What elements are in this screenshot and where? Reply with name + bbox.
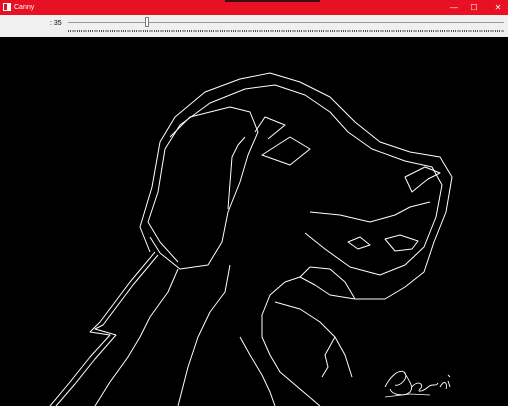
maximize-icon: ☐ (470, 3, 478, 12)
maximize-button[interactable]: ☐ (462, 0, 486, 15)
trackbar-track[interactable] (68, 22, 504, 23)
trackbar-ticks (68, 30, 504, 32)
title-bar-highlight (225, 0, 320, 2)
edge-head-outline (139, 72, 453, 406)
title-bar[interactable]: Canny — ☐ ✕ (0, 0, 508, 15)
edge-chest-3 (321, 336, 336, 378)
close-icon: ✕ (494, 3, 502, 12)
edge-signature-underline (384, 393, 431, 398)
window-title: Canny (14, 4, 35, 11)
edge-chest-1 (274, 301, 353, 378)
edge-head-inner (147, 84, 443, 276)
edge-image (49, 72, 453, 406)
trackbar-panel: : 35 (0, 15, 508, 37)
edge-teeth-1 (347, 236, 371, 250)
trackbar-thumb[interactable] (145, 17, 149, 27)
edge-eye (261, 136, 311, 166)
edge-signature (384, 370, 451, 396)
edge-mouth (309, 201, 431, 223)
minimize-icon: — (450, 3, 458, 12)
edge-teeth-2 (384, 234, 419, 252)
trackbar-label: : 35 (50, 20, 62, 27)
edge-throat (299, 266, 356, 300)
edge-chest-2 (239, 336, 276, 406)
edge-nose (404, 166, 441, 193)
opencv-window-icon (3, 3, 11, 11)
close-button[interactable]: ✕ (486, 0, 508, 15)
image-canvas[interactable] (0, 37, 508, 406)
edge-neck-1 (49, 251, 156, 406)
edge-brow (254, 116, 286, 140)
edge-neck-4 (177, 264, 231, 406)
